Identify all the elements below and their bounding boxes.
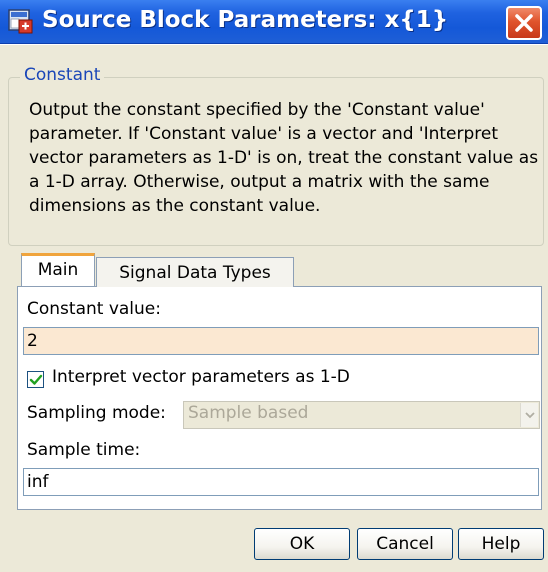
block-description: Output the constant specified by the 'Co… <box>29 100 539 216</box>
sampling-mode-select[interactable]: Sample based <box>183 401 540 429</box>
constant-value-field[interactable]: 2 <box>23 327 539 355</box>
constant-value-label: Constant value: <box>27 299 161 319</box>
window-title: Source Block Parameters: x{1} <box>42 7 449 33</box>
sampling-mode-label: Sampling mode: <box>27 403 166 423</box>
sampling-mode-dropdown-button[interactable] <box>520 403 538 427</box>
group-title: Constant <box>20 64 105 86</box>
interpret-vector-checkbox[interactable] <box>27 371 44 388</box>
simulink-block-icon <box>8 9 34 35</box>
tab-main[interactable]: Main <box>21 253 95 286</box>
cancel-button[interactable]: Cancel <box>357 528 453 560</box>
sample-time-label: Sample time: <box>27 440 141 460</box>
close-button[interactable] <box>506 6 542 40</box>
tab-signal-data-types[interactable]: Signal Data Types <box>96 257 294 287</box>
ok-button[interactable]: OK <box>254 528 350 560</box>
sample-time-field[interactable]: inf <box>23 468 539 496</box>
title-bar[interactable]: Source Block Parameters: x{1} <box>0 0 548 44</box>
help-button[interactable]: Help <box>458 528 544 560</box>
sampling-mode-value: Sample based <box>188 403 309 423</box>
interpret-vector-label[interactable]: Interpret vector parameters as 1-D <box>52 367 350 387</box>
